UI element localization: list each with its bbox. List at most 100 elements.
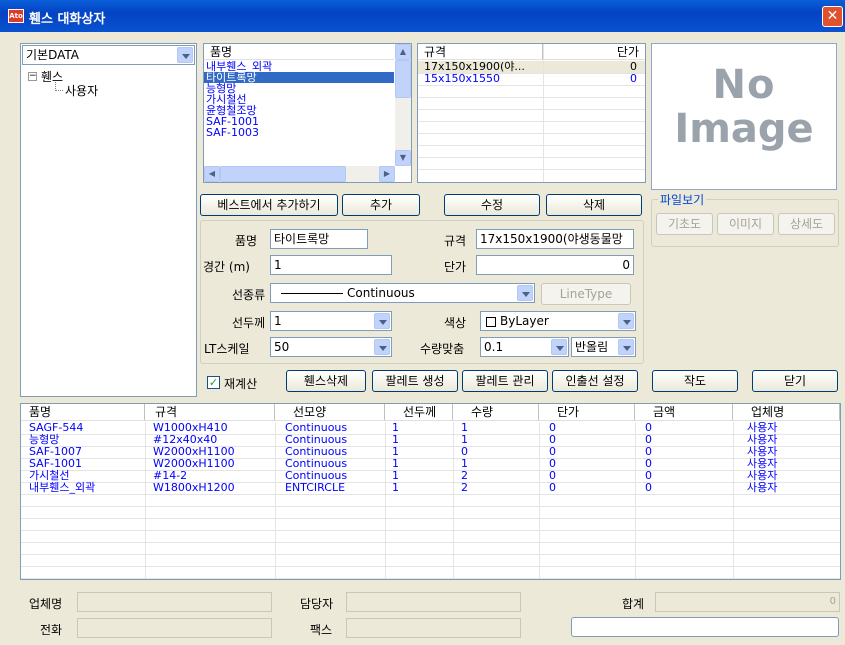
- close-button[interactable]: 닫기: [752, 370, 838, 392]
- price-header: 단가: [543, 44, 645, 60]
- scroll-thumb[interactable]: [395, 60, 411, 98]
- product-hscroll[interactable]: ◀ ▶: [204, 166, 395, 182]
- price-input[interactable]: 0: [476, 255, 634, 275]
- table-cell: 1: [392, 481, 399, 494]
- grid-column-header[interactable]: 단가: [539, 404, 635, 421]
- product-list-header: 품명: [204, 44, 394, 60]
- fax-input[interactable]: [346, 618, 521, 638]
- total-label: 합계: [622, 597, 645, 611]
- round-select[interactable]: 반올림: [571, 337, 636, 357]
- ltscale-label: LT스케일: [204, 342, 250, 356]
- table-cell: 0: [645, 481, 652, 494]
- foundation-drawing-button[interactable]: 기초도: [656, 213, 713, 235]
- recalc-checkbox[interactable]: ✓: [207, 376, 220, 389]
- chevron-down-icon[interactable]: [618, 339, 634, 355]
- spec-row[interactable]: 15x150x1550 0: [418, 73, 645, 85]
- grid-header: 품명 규격 선모양 선두께 수량 단가 금액 업체명: [21, 404, 840, 421]
- tree-panel: 기본DATA − 휀스 사용자: [20, 43, 197, 397]
- palette-create-button[interactable]: 팔레트 생성: [372, 370, 458, 392]
- spec-header: 규격: [418, 44, 543, 60]
- chevron-down-icon[interactable]: [177, 47, 193, 63]
- round-value: 반올림: [575, 340, 609, 354]
- grid-column-header[interactable]: 선두께: [385, 404, 453, 421]
- chevron-down-icon[interactable]: [374, 313, 390, 329]
- lineweight-value: 1: [274, 314, 282, 328]
- scroll-up-icon[interactable]: ▲: [395, 44, 411, 60]
- chevron-down-icon[interactable]: [517, 285, 533, 301]
- delete-button[interactable]: 삭제: [546, 194, 642, 216]
- grid-column-header[interactable]: 규격: [145, 404, 275, 421]
- lineweight-select[interactable]: 1: [270, 311, 392, 331]
- table-cell: 0: [549, 481, 556, 494]
- qtyfit-select[interactable]: 0.1: [480, 337, 569, 357]
- product-items: 내부휀스_외곽 타이트록망 능형망 가시철선 윤형철조망 SAF-1001 SAF-1003: [204, 61, 394, 138]
- manager-input[interactable]: [346, 592, 521, 612]
- table-row[interactable]: SAF-1007 W2000xH1100 Continuous 1 0 0 0 사용자: [21, 446, 840, 458]
- spec-input[interactable]: 17x150x1900(야생동물망: [476, 229, 634, 249]
- linetype-select[interactable]: Continuous: [270, 283, 535, 303]
- ltscale-select[interactable]: 50: [270, 337, 392, 357]
- app-icon: Ato: [8, 9, 24, 23]
- scroll-left-icon[interactable]: ◀: [204, 166, 220, 182]
- grid-column-header[interactable]: 업체명: [733, 404, 840, 421]
- linetype-label: 선종류: [232, 288, 266, 302]
- collapse-icon[interactable]: −: [28, 72, 37, 81]
- name-input[interactable]: 타이트록망: [270, 229, 368, 249]
- grid-column-header[interactable]: 선모양: [275, 404, 385, 421]
- linetype-button[interactable]: LineType: [541, 283, 631, 305]
- fence-grid: 품명 규격 선모양 선두께 수량 단가 금액 업체명 SAGF-544 W1000xH410 Co…: [20, 403, 841, 580]
- no-image-line1: No: [712, 62, 776, 108]
- close-window-button[interactable]: ✕: [822, 6, 843, 27]
- vendor-label: 업체명: [29, 597, 63, 611]
- progress-bar: [571, 617, 839, 637]
- recalc-label: 재계산: [224, 377, 258, 391]
- color-select[interactable]: ByLayer: [480, 311, 636, 331]
- chevron-down-icon[interactable]: [374, 339, 390, 355]
- table-row[interactable]: SAGF-544 W1000xH410 Continuous 1 1 0 0 사용자: [21, 422, 840, 434]
- color-value: ByLayer: [500, 314, 549, 328]
- table-row[interactable]: SAF-1001 W2000xH1100 Continuous 1 1 0 0 사용자: [21, 458, 840, 470]
- span-input[interactable]: 1: [270, 255, 392, 275]
- table-cell: W1800xH1200: [153, 481, 235, 494]
- spec-list: 규격 단가 17x150x1900(야... 0 15x150x1550 0: [417, 43, 646, 183]
- price-cell: 0: [630, 72, 637, 85]
- delete-fence-button[interactable]: 휀스삭제: [286, 370, 366, 392]
- title-bar: Ato 휀스 대화상자 ✕: [0, 0, 845, 32]
- qtyfit-value: 0.1: [484, 340, 504, 354]
- scroll-down-icon[interactable]: ▼: [395, 150, 411, 166]
- tree-category-select[interactable]: 기본DATA: [22, 45, 195, 65]
- palette-manage-button[interactable]: 팔레트 관리: [462, 370, 548, 392]
- phone-input[interactable]: [77, 618, 272, 638]
- draw-button[interactable]: 작도: [652, 370, 738, 392]
- add-button[interactable]: 추가: [342, 194, 420, 216]
- price-label: 단가: [444, 260, 467, 274]
- spec-cell: 15x150x1550: [424, 72, 501, 85]
- vendor-input[interactable]: [77, 592, 272, 612]
- image-button[interactable]: 이미지: [717, 213, 774, 235]
- ltscale-value: 50: [274, 340, 290, 354]
- edit-button[interactable]: 수정: [444, 194, 540, 216]
- detail-drawing-button[interactable]: 상세도: [778, 213, 835, 235]
- span-label: 경간 (m): [203, 260, 250, 274]
- hscroll-thumb[interactable]: [220, 166, 346, 182]
- chevron-down-icon[interactable]: [618, 313, 634, 329]
- table-row[interactable]: 능형망 #12x40x40 Continuous 1 1 0 0 사용자: [21, 434, 840, 446]
- chevron-down-icon[interactable]: [551, 339, 567, 355]
- product-list-item[interactable]: SAF-1003: [204, 127, 394, 138]
- grid-column-header[interactable]: 수량: [453, 404, 539, 421]
- manager-label: 담당자: [300, 597, 334, 611]
- spec-label: 규격: [444, 234, 467, 248]
- lineweight-label: 선두께: [232, 316, 266, 330]
- scroll-right-icon[interactable]: ▶: [379, 166, 395, 182]
- tree-connector: [55, 82, 63, 91]
- grid-column-header[interactable]: 품명: [21, 404, 145, 421]
- tree-node-user[interactable]: 사용자: [65, 82, 98, 99]
- line-preview: [281, 293, 343, 294]
- product-vscroll[interactable]: ▲ ▼: [395, 44, 411, 166]
- table-row[interactable]: 내부휀스_외곽 W1800xH1200 ENTCIRCLE 1 2 0 0 사용자: [21, 482, 840, 494]
- grid-column-header[interactable]: 금액: [635, 404, 733, 421]
- leader-settings-button[interactable]: 인출선 설정: [552, 370, 638, 392]
- table-cell: ENTCIRCLE: [285, 481, 346, 494]
- table-row[interactable]: 가시철선 #14-2 Continuous 1 2 0 0 사용자: [21, 470, 840, 482]
- add-from-best-button[interactable]: 베스트에서 추가하기: [200, 194, 338, 216]
